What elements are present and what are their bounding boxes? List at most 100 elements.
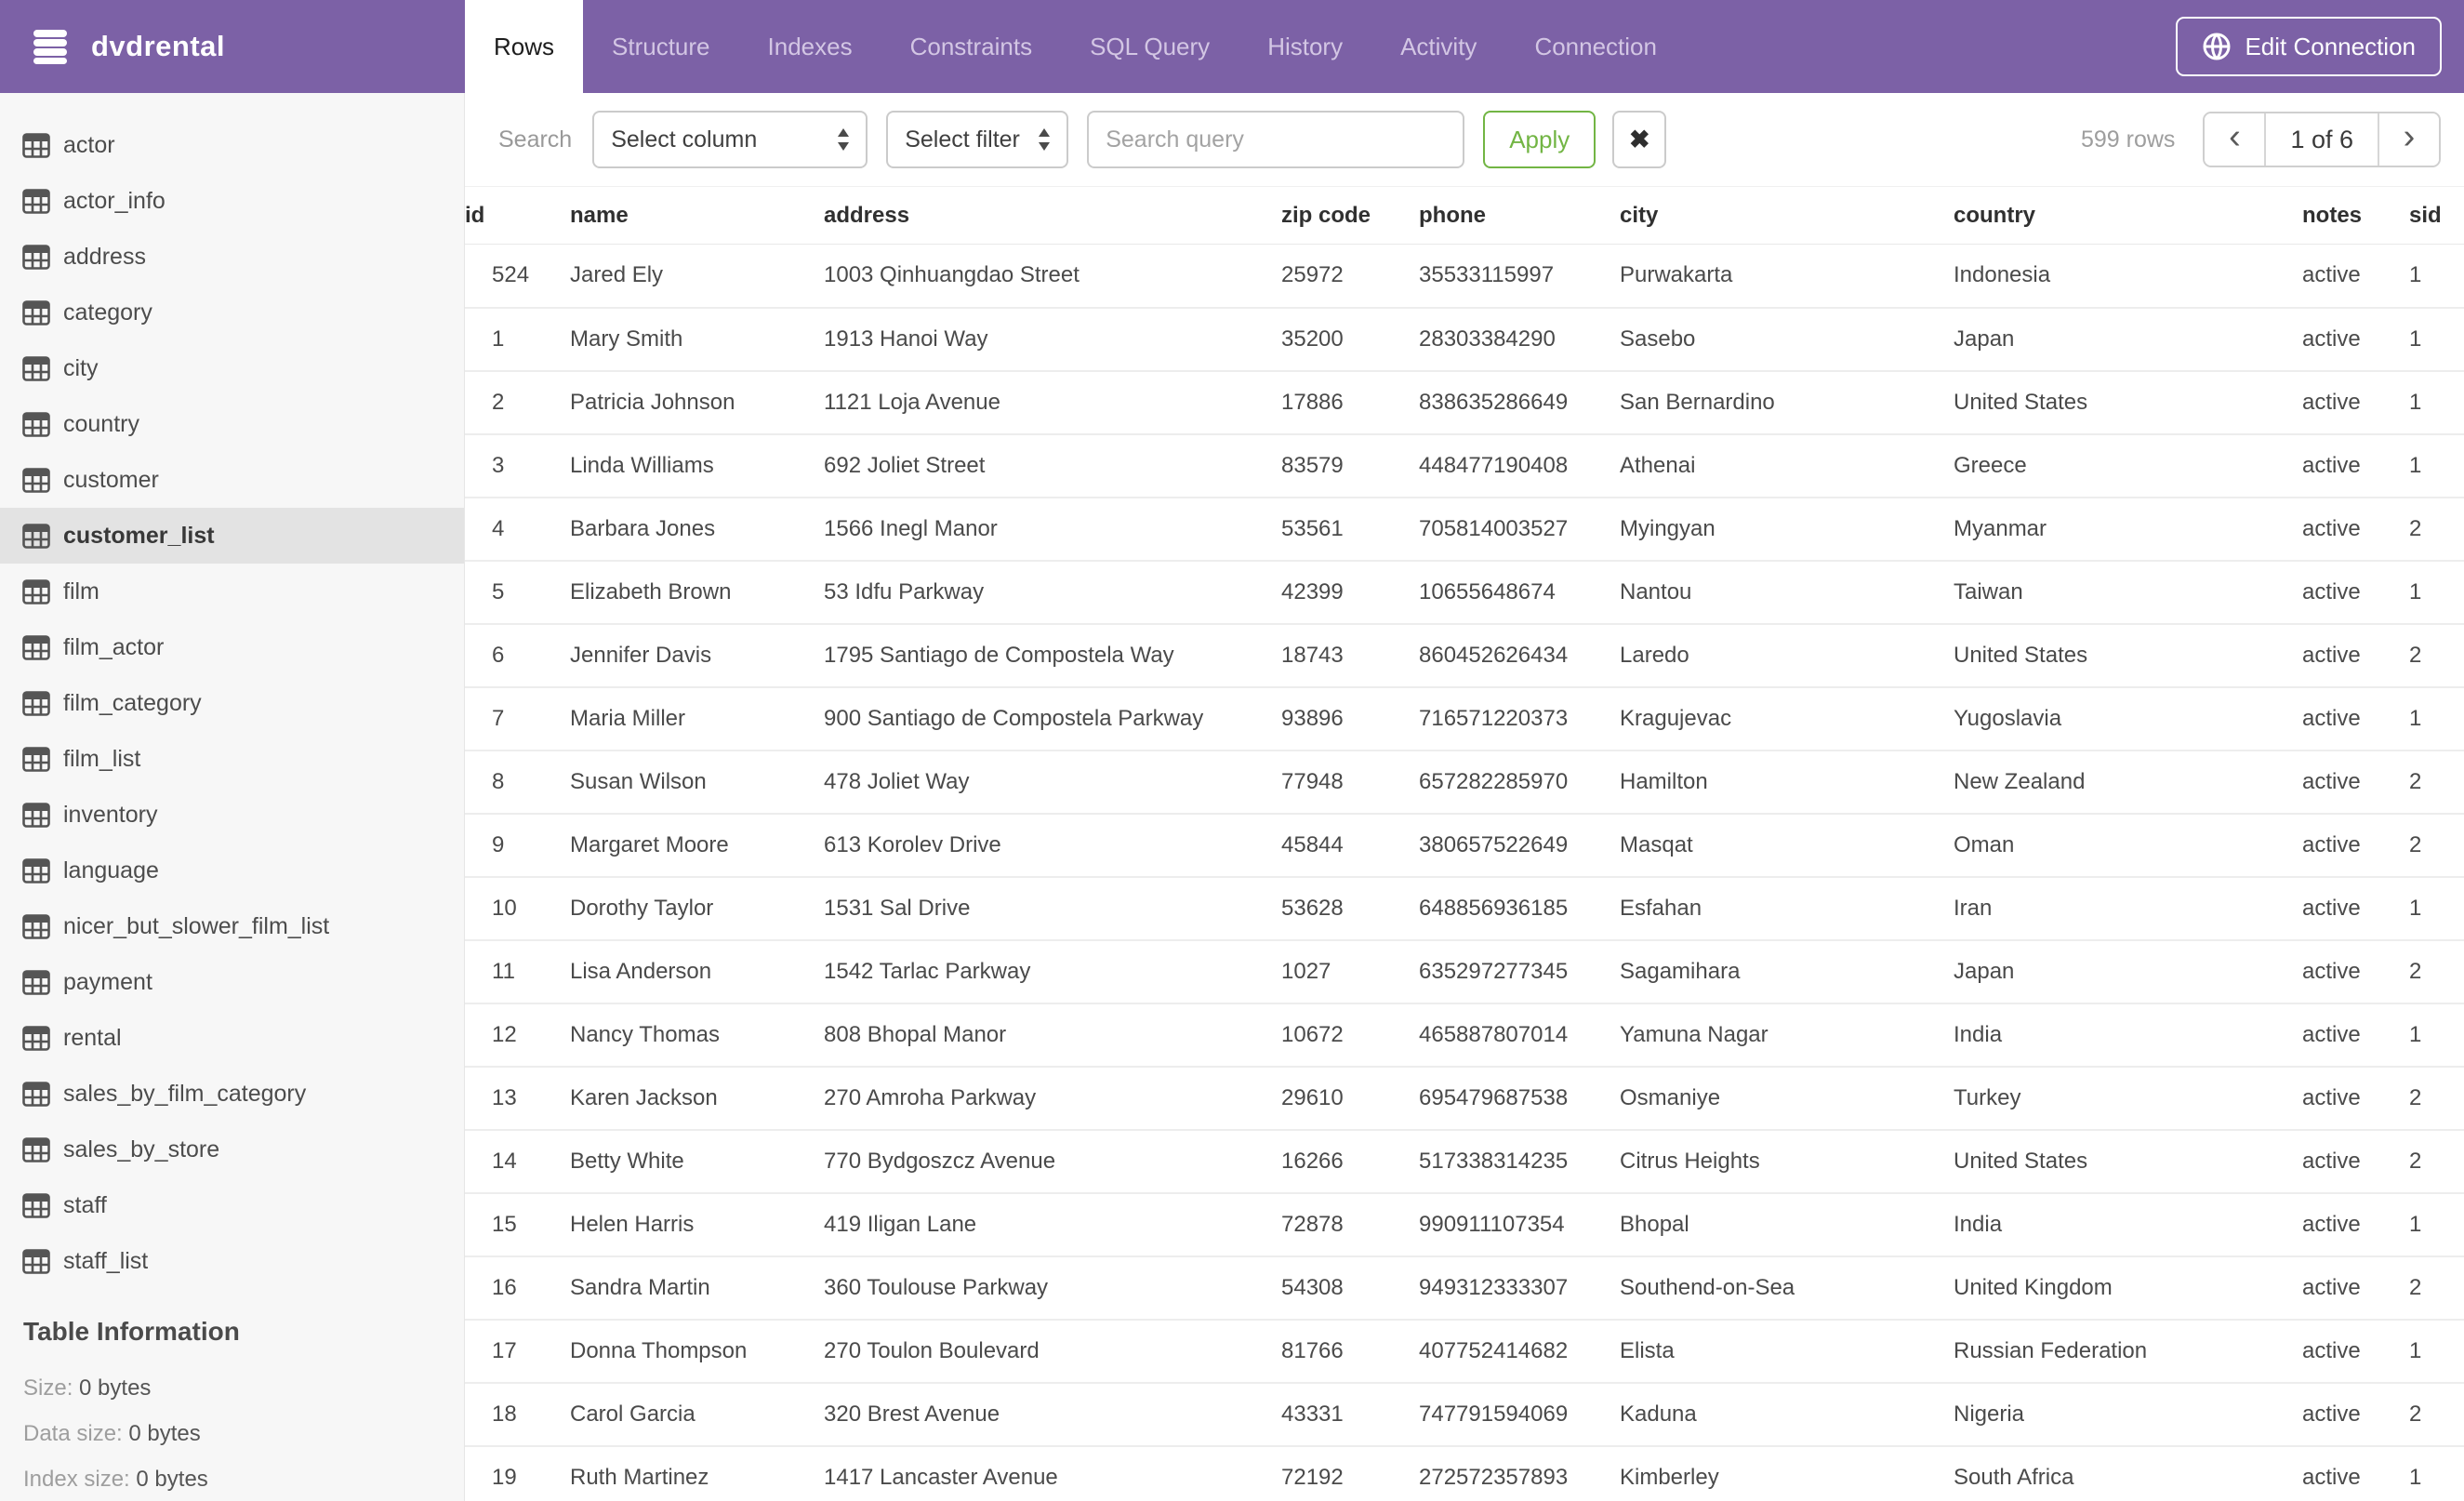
tab-indexes[interactable]: Indexes (739, 0, 881, 93)
column-header[interactable]: address (824, 186, 1281, 245)
sidebar-item-customer[interactable]: customer (0, 452, 464, 508)
column-header[interactable]: phone (1419, 186, 1620, 245)
cell-phone: 635297277345 (1419, 939, 1620, 1004)
next-page-button[interactable]: › (2379, 113, 2439, 166)
tab-structure[interactable]: Structure (583, 0, 739, 93)
table-row[interactable]: 12 Nancy Thomas 808 Bhopal Manor 10672 4… (465, 1003, 2464, 1068)
tab-sql-query[interactable]: SQL Query (1061, 0, 1239, 93)
sidebar-item-language[interactable]: language (0, 843, 464, 898)
column-header[interactable]: sid (2409, 186, 2464, 245)
table-row[interactable]: 13 Karen Jackson 270 Amroha Parkway 2961… (465, 1066, 2464, 1131)
sidebar-item-film_list[interactable]: film_list (0, 731, 464, 787)
column-header[interactable]: country (1954, 186, 2302, 245)
tab-rows[interactable]: Rows (465, 0, 584, 93)
sidebar-item-actor_info[interactable]: actor_info (0, 173, 464, 229)
table-row[interactable]: 1 Mary Smith 1913 Hanoi Way 35200 283033… (465, 307, 2464, 372)
sidebar-item-nicer_but_slower_film_list[interactable]: nicer_but_slower_film_list (0, 898, 464, 954)
sidebar-item-sales_by_store[interactable]: sales_by_store (0, 1122, 464, 1177)
tab-history[interactable]: History (1239, 0, 1371, 93)
cell-sid: 2 (2409, 813, 2464, 878)
filter-select[interactable]: Select filter (886, 111, 1069, 168)
tab-activity[interactable]: Activity (1371, 0, 1505, 93)
table-header-row: id name address zip code phone city coun… (465, 186, 2464, 245)
cell-city: Elista (1620, 1319, 1954, 1384)
table-row[interactable]: 7 Maria Miller 900 Santiago de Compostel… (465, 686, 2464, 751)
sidebar-item-customer_list[interactable]: customer_list (0, 508, 464, 564)
sidebar-item-actor[interactable]: actor (0, 117, 464, 173)
cell-phone: 990911107354 (1419, 1192, 1620, 1257)
column-header[interactable]: name (570, 186, 824, 245)
search-query-input[interactable] (1087, 111, 1465, 168)
previous-page-button[interactable]: ‹ (2205, 113, 2265, 166)
table-row[interactable]: 16 Sandra Martin 360 Toulouse Parkway 54… (465, 1255, 2464, 1321)
sidebar-item-label: customer_list (63, 522, 215, 549)
cell-address: 270 Toulon Boulevard (824, 1319, 1281, 1384)
sidebar-item-staff_list[interactable]: staff_list (0, 1233, 464, 1289)
column-header[interactable]: notes (2302, 186, 2409, 245)
table-row[interactable]: 14 Betty White 770 Bydgoszcz Avenue 1626… (465, 1129, 2464, 1194)
apply-button[interactable]: Apply (1483, 111, 1596, 168)
table-row[interactable]: 19 Ruth Martinez 1417 Lancaster Avenue 7… (465, 1445, 2464, 1501)
sidebar-item-address[interactable]: address (0, 229, 464, 285)
table-grid-icon (22, 523, 50, 549)
table-grid-icon (22, 299, 50, 325)
sidebar-item-film_actor[interactable]: film_actor (0, 619, 464, 675)
table-row[interactable]: 8 Susan Wilson 478 Joliet Way 77948 6572… (465, 750, 2464, 815)
cell-phone: 407752414682 (1419, 1319, 1620, 1384)
table-row[interactable]: 5 Elizabeth Brown 53 Idfu Parkway 42399 … (465, 560, 2464, 625)
cell-sid: 1 (2409, 560, 2464, 625)
database-name: dvdrental (91, 30, 226, 62)
table-row[interactable]: 2 Patricia Johnson 1121 Loja Avenue 1788… (465, 370, 2464, 435)
table-row[interactable]: 9 Margaret Moore 613 Korolev Drive 45844… (465, 813, 2464, 878)
rows-grid: id name address zip code phone city coun… (465, 186, 2464, 1501)
tab-constraints[interactable]: Constraints (881, 0, 1062, 93)
select-arrows-icon (838, 128, 850, 151)
sidebar-item-payment[interactable]: payment (0, 954, 464, 1010)
sidebar-item-rental[interactable]: rental (0, 1010, 464, 1066)
sidebar-item-film_category[interactable]: film_category (0, 675, 464, 731)
tab-connection[interactable]: Connection (1505, 0, 1686, 93)
cell-country: Iran (1954, 876, 2302, 941)
sidebar-item-inventory[interactable]: inventory (0, 787, 464, 843)
sidebar-item-city[interactable]: city (0, 340, 464, 396)
cell-zip-code: 42399 (1281, 560, 1419, 625)
table-row[interactable]: 15 Helen Harris 419 Iligan Lane 72878 99… (465, 1192, 2464, 1257)
table-row[interactable]: 6 Jennifer Davis 1795 Santiago de Compos… (465, 623, 2464, 688)
cell-city: Nantou (1620, 560, 1954, 625)
table-row[interactable]: 524 Jared Ely 1003 Qinhuangdao Street 25… (465, 244, 2464, 309)
column-header[interactable]: id (465, 186, 570, 245)
sidebar-item-film[interactable]: film (0, 564, 464, 619)
cell-notes: active (2302, 623, 2409, 688)
cell-phone: 695479687538 (1419, 1066, 1620, 1131)
cell-country: Greece (1954, 433, 2302, 498)
cell-country: Japan (1954, 307, 2302, 372)
sidebar-item-country[interactable]: country (0, 396, 464, 452)
sidebar-item-sales_by_film_category[interactable]: sales_by_film_category (0, 1066, 464, 1122)
sidebar-item-category[interactable]: category (0, 285, 464, 340)
clear-filter-button[interactable]: ✖ (1612, 111, 1667, 168)
cell-country: United States (1954, 1129, 2302, 1194)
table-list: actor actor_info address category city c… (0, 117, 464, 1289)
table-row[interactable]: 11 Lisa Anderson 1542 Tarlac Parkway 102… (465, 939, 2464, 1004)
column-header[interactable]: city (1620, 186, 1954, 245)
table-row[interactable]: 10 Dorothy Taylor 1531 Sal Drive 53628 6… (465, 876, 2464, 941)
cell-phone: 448477190408 (1419, 433, 1620, 498)
table-row[interactable]: 4 Barbara Jones 1566 Inegl Manor 53561 7… (465, 497, 2464, 562)
table-row[interactable]: 17 Donna Thompson 270 Toulon Boulevard 8… (465, 1319, 2464, 1384)
cell-zip-code: 18743 (1281, 623, 1419, 688)
info-label: Size: (23, 1375, 73, 1401)
sidebar-item-label: country (63, 410, 139, 437)
cell-name: Jared Ely (570, 244, 824, 309)
column-select[interactable]: Select column (592, 111, 868, 168)
table-row[interactable]: 3 Linda Williams 692 Joliet Street 83579… (465, 433, 2464, 498)
cell-notes: active (2302, 1255, 2409, 1321)
cell-name: Karen Jackson (570, 1066, 824, 1131)
table-row[interactable]: 18 Carol Garcia 320 Brest Avenue 43331 7… (465, 1382, 2464, 1447)
cell-zip-code: 1027 (1281, 939, 1419, 1004)
cell-country: India (1954, 1192, 2302, 1257)
sidebar-item-staff[interactable]: staff (0, 1177, 464, 1233)
table-information-line: Data size: 0 bytes (23, 1411, 464, 1456)
column-header[interactable]: zip code (1281, 186, 1419, 245)
cell-zip-code: 25972 (1281, 244, 1419, 309)
edit-connection-button[interactable]: Edit Connection (2176, 17, 2442, 76)
